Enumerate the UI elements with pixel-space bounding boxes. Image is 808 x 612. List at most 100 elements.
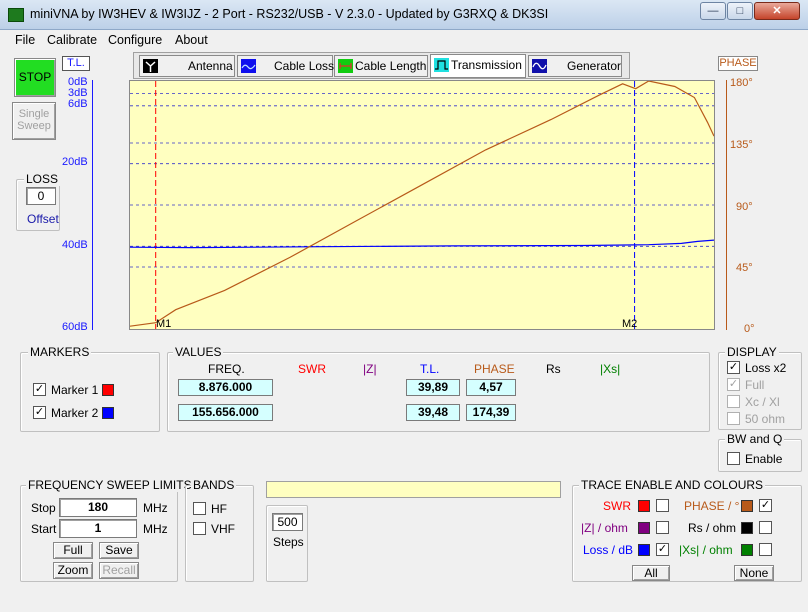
chart-svg — [130, 81, 714, 329]
phase-color-swatch[interactable] — [741, 500, 753, 512]
steps-input[interactable]: 500 — [272, 513, 303, 531]
ohm50-checkbox[interactable] — [727, 412, 740, 425]
vhf-checkbox[interactable] — [193, 522, 206, 535]
close-button[interactable]: ✕ — [754, 2, 800, 20]
rs-checkbox[interactable] — [759, 521, 772, 534]
tab-generator-label: Generator — [567, 59, 622, 73]
tick-180deg: 180° — [730, 77, 753, 89]
header-rs: Rs — [546, 362, 561, 376]
loss-title: LOSS — [24, 172, 61, 186]
marker2-label: M2 — [622, 318, 638, 330]
trace-z-label: |Z| / ohm — [581, 521, 628, 535]
ohm50-label: 50 ohm — [745, 412, 786, 426]
transmission-icon — [434, 58, 449, 72]
menu-configure[interactable]: Configure — [108, 33, 162, 47]
menu-file[interactable]: File — [15, 33, 35, 47]
display-title: DISPLAY — [725, 345, 779, 359]
trace-phase-label: PHASE / ° — [684, 499, 740, 513]
marker2-color-swatch[interactable] — [102, 407, 114, 419]
generator-icon — [532, 59, 547, 73]
tick-6db: 6dB — [68, 98, 88, 110]
start-freq-input[interactable]: 1 — [59, 519, 137, 538]
trace-xs-label: |Xs| / ohm — [679, 543, 733, 557]
tab-antenna-label: Antenna — [188, 59, 233, 73]
tab-cable-loss-label: Cable Loss — [274, 59, 335, 73]
loss-checkbox[interactable]: ✓ — [656, 543, 669, 556]
z-checkbox[interactable] — [656, 521, 669, 534]
tab-generator[interactable]: Generator — [528, 55, 622, 77]
tick-45deg: 45° — [736, 262, 753, 274]
window-title: miniVNA by IW3HEV & IW3IJZ - 2 Port - RS… — [30, 7, 549, 21]
stop-freq-input[interactable]: 180 — [59, 498, 137, 517]
loss-color-swatch[interactable] — [638, 544, 650, 556]
series-phase — [130, 81, 714, 327]
tab-transmission[interactable]: Transmission — [430, 54, 526, 78]
xs-checkbox[interactable] — [759, 543, 772, 556]
trace-loss-label: Loss / dB — [583, 543, 634, 557]
marker1-color-swatch[interactable] — [102, 384, 114, 396]
swr-checkbox[interactable] — [656, 499, 669, 512]
hf-label: HF — [211, 502, 227, 516]
menu-calibrate[interactable]: Calibrate — [47, 33, 97, 47]
z-color-swatch[interactable] — [638, 522, 650, 534]
minimize-button[interactable]: — — [700, 2, 726, 20]
tab-transmission-label: Transmission — [451, 58, 522, 72]
marker2-label-text: Marker 2 — [51, 406, 99, 420]
tick-20db: 20dB — [62, 156, 88, 168]
none-button[interactable]: None — [734, 565, 774, 581]
trace-title: TRACE ENABLE AND COLOURS — [579, 478, 766, 492]
loss-x2-checkbox[interactable]: ✓ — [727, 361, 740, 374]
chart-area[interactable] — [129, 80, 715, 330]
tab-cable-length[interactable]: Cable Length — [334, 55, 428, 77]
menu-about[interactable]: About — [175, 33, 208, 47]
save-button[interactable]: Save — [99, 542, 139, 559]
header-tl: T.L. — [420, 362, 440, 376]
marker1-label: M1 — [156, 318, 172, 330]
recall-button[interactable]: Recall — [99, 562, 139, 579]
all-button[interactable]: All — [632, 565, 670, 581]
tick-40db: 40dB — [62, 239, 88, 251]
header-swr: SWR — [298, 362, 326, 376]
full-button[interactable]: Full — [53, 542, 93, 559]
full-label: Full — [745, 378, 765, 392]
stop-label: Stop — [31, 501, 56, 515]
xs-color-swatch[interactable] — [741, 544, 753, 556]
marker1-label-text: Marker 1 — [51, 383, 99, 397]
xc-xl-label: Xc / Xl — [745, 395, 780, 409]
phase-checkbox[interactable]: ✓ — [759, 499, 772, 512]
marker1-checkbox[interactable]: ✓ — [33, 383, 46, 396]
header-phase: PHASE — [474, 362, 515, 376]
tab-antenna[interactable]: Antenna — [139, 55, 235, 77]
xc-xl-checkbox[interactable] — [727, 395, 740, 408]
tl-row1: 39,89 — [406, 379, 460, 396]
marker2-checkbox[interactable]: ✓ — [33, 406, 46, 419]
bands-title: BANDS — [191, 478, 237, 492]
loss-x2-label: Loss x2 — [745, 361, 787, 375]
cable-length-icon — [338, 59, 353, 73]
zoom-button[interactable]: Zoom — [53, 562, 93, 579]
loss-input[interactable]: 0 — [26, 187, 56, 205]
offset-label: Offset — [27, 212, 59, 226]
bwq-enable-label: Enable — [745, 452, 783, 466]
rs-color-swatch[interactable] — [741, 522, 753, 534]
phase-row1: 4,57 — [466, 379, 516, 396]
right-axis-line — [726, 80, 727, 330]
trace-rs-label: Rs / ohm — [688, 521, 737, 535]
trace-swr-label: SWR — [603, 499, 631, 513]
values-title: VALUES — [173, 345, 224, 359]
bwq-enable-checkbox[interactable] — [727, 452, 740, 465]
single-sweep-button[interactable]: Single Sweep — [12, 102, 56, 140]
tab-cable-loss[interactable]: Cable Loss — [237, 55, 335, 77]
tick-90deg: 90° — [736, 201, 753, 213]
full-checkbox[interactable]: ✓ — [727, 378, 740, 391]
maximize-button[interactable]: □ — [727, 2, 753, 20]
header-freq: FREQ. — [208, 362, 245, 376]
header-xs: |Xs| — [600, 362, 621, 376]
steps-label: Steps — [273, 535, 304, 549]
cable-loss-icon — [241, 59, 256, 73]
hf-checkbox[interactable] — [193, 502, 206, 515]
tick-60db: 60dB — [62, 321, 88, 333]
stop-button[interactable]: STOP — [14, 58, 56, 97]
start-unit: MHz — [143, 522, 168, 536]
swr-color-swatch[interactable] — [638, 500, 650, 512]
